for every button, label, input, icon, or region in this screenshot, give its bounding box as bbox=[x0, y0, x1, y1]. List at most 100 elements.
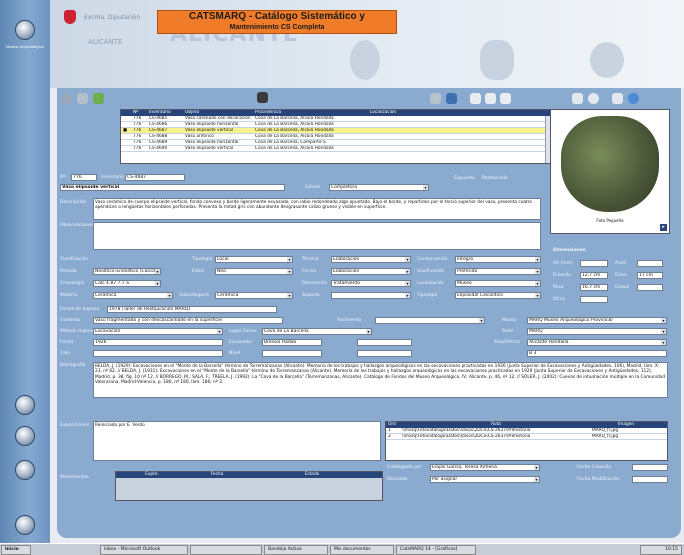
window-title: CATSMARQ - Catálogo Sistemático y Manten… bbox=[157, 10, 397, 34]
dim-label: Diám bbox=[615, 273, 627, 278]
aux-field[interactable] bbox=[357, 350, 412, 357]
undo-icon[interactable] bbox=[500, 93, 511, 104]
filter-icon[interactable] bbox=[77, 93, 88, 104]
taskbar-item[interactable]: CatsMARQ 14 - [Gráficos] bbox=[396, 545, 476, 555]
ubicacion-field[interactable]: B 3 bbox=[527, 350, 667, 357]
printer-icon[interactable] bbox=[257, 92, 268, 103]
document-icon[interactable] bbox=[470, 93, 481, 104]
otros-field[interactable] bbox=[580, 296, 608, 303]
help-icon[interactable] bbox=[628, 93, 639, 104]
dim-label: Anch bbox=[615, 261, 627, 266]
row-ord: 2 bbox=[388, 434, 391, 439]
alto-field[interactable] bbox=[580, 260, 608, 267]
row-objeto: Vaso elipsoide horizontal bbox=[185, 122, 239, 127]
dimensions-title: Dimensiones bbox=[553, 248, 586, 253]
field-label: Sala/Vitrina bbox=[494, 340, 520, 345]
gear-icon[interactable] bbox=[15, 426, 35, 446]
excavador-field[interactable]: Bressol Hadao bbox=[262, 339, 322, 346]
peso-field[interactable]: 16.7 cm bbox=[580, 284, 608, 291]
movements-table[interactable]: Expte. Fecha Estado bbox=[115, 471, 383, 501]
edit-icon[interactable] bbox=[430, 93, 441, 104]
bibliografia-textarea[interactable]: BELDA, J. (1929): Excavaciones en el "Mo… bbox=[93, 362, 668, 398]
lugar-select[interactable]: Cova de La Barcella bbox=[262, 328, 372, 335]
col-expte: Expte. bbox=[145, 472, 159, 477]
tipologia2-select[interactable]: Elipsoidal Calcolítico bbox=[455, 292, 541, 299]
settings-icon[interactable] bbox=[61, 93, 72, 104]
start-button[interactable]: Inicio bbox=[1, 545, 31, 555]
table-row[interactable]: 2 \\marq\Fotocatálogo\Datos\Vasos\2DCS\CS… bbox=[386, 434, 667, 440]
metodo-select[interactable]: Excavación bbox=[93, 328, 223, 335]
soporte-select[interactable] bbox=[331, 292, 411, 299]
app-logo-icon[interactable] bbox=[15, 20, 35, 40]
ingreso-label: Forma de Ingreso bbox=[60, 307, 100, 312]
observaciones-textarea[interactable] bbox=[93, 222, 541, 250]
fecha-field[interactable]: 1926 bbox=[93, 339, 223, 346]
search-icon[interactable] bbox=[588, 93, 599, 104]
nav-up-icon[interactable] bbox=[572, 93, 583, 104]
records-grid[interactable]: Nº Inventario Objeto Procedencia Localiz… bbox=[120, 109, 552, 164]
tipologia-select[interactable]: Local bbox=[215, 256, 293, 263]
help-icon[interactable] bbox=[15, 460, 35, 480]
taskbar-item[interactable] bbox=[190, 545, 262, 555]
conservacion-select[interactable]: Íntegro bbox=[455, 256, 541, 263]
taskbar-item[interactable]: Mis documentos bbox=[330, 545, 394, 555]
exit-icon[interactable] bbox=[15, 515, 35, 535]
estilo-select[interactable]: Neo bbox=[215, 268, 293, 275]
uso-select[interactable]: Preferido bbox=[455, 268, 541, 275]
description-textarea[interactable]: Vaso cerámico de cuerpo elipsoide vertic… bbox=[93, 198, 541, 220]
row-imagen: MARQ_fr.jpg bbox=[592, 428, 619, 433]
estado-label: Estado bbox=[305, 185, 321, 190]
table-row[interactable]: 776 CS-4690 Vaso elipsoide vertical Cova de… bbox=[121, 146, 551, 152]
materia-select[interactable]: Cerámica bbox=[93, 292, 173, 299]
decoracion-select[interactable]: Tratamiento bbox=[331, 280, 411, 287]
yacimiento-select[interactable] bbox=[375, 317, 485, 324]
coat-of-arms-icon bbox=[64, 10, 76, 24]
expuesto-checkbox[interactable]: Expuesto bbox=[454, 176, 475, 181]
sede-select[interactable]: MARQ bbox=[527, 328, 667, 335]
col-fecha: Fecha bbox=[210, 472, 224, 477]
tools-icon[interactable] bbox=[15, 395, 35, 415]
revisado-select[interactable]: Por asignar bbox=[430, 476, 540, 483]
taskbar-item[interactable]: Bandeja Activa bbox=[264, 545, 328, 555]
object-name-field[interactable]: Vaso elipsoide vertical bbox=[60, 184, 285, 191]
copy-icon[interactable] bbox=[485, 93, 496, 104]
caja-field[interactable] bbox=[93, 350, 223, 357]
field-label: Sede bbox=[502, 329, 514, 334]
museo-select[interactable]: MARQ Museo Arqueológico Provincial bbox=[527, 317, 667, 324]
images-table[interactable]: Ord Ruta Imagen 1 \\marq\Fotocatálogo\Dat… bbox=[385, 421, 668, 461]
diam2-field[interactable]: 17 cm bbox=[637, 272, 663, 279]
photo-next-button[interactable]: ▸ bbox=[660, 224, 667, 231]
estado-select[interactable]: Completo/a bbox=[329, 184, 429, 191]
new-record-icon[interactable] bbox=[93, 93, 104, 104]
ingreso-field[interactable]: 1978 (Taller de Restauración MARQ) bbox=[107, 306, 277, 313]
catalogado-select[interactable]: Elajas García, Teresa Ximena bbox=[430, 464, 540, 471]
contexto-field[interactable]: Vaso fragmentado y con descascarillado e… bbox=[93, 317, 283, 324]
cronologia-select[interactable]: Calc 4.87.7.7 a bbox=[93, 280, 161, 287]
record-form: Nº Inventario Objeto Procedencia Localiz… bbox=[57, 88, 681, 538]
nivel-field[interactable] bbox=[262, 350, 322, 357]
sala-select[interactable]: Alicante Hondalla bbox=[527, 339, 667, 346]
grosor-field[interactable] bbox=[637, 284, 663, 291]
row-procedencia: Cova de La Barcella, Comparte S bbox=[255, 140, 326, 145]
subcategoria-select[interactable]: Cerámica bbox=[215, 292, 293, 299]
refresh-icon[interactable] bbox=[612, 93, 623, 104]
aux-field[interactable] bbox=[357, 339, 412, 346]
tecnica-select[interactable]: Elaboración bbox=[331, 256, 411, 263]
forma-select[interactable]: Elaboración bbox=[331, 268, 411, 275]
fecha-creacion-field[interactable] bbox=[632, 464, 668, 471]
field-label: Yacimiento bbox=[337, 318, 362, 323]
restaurado-checkbox[interactable]: Restaurado bbox=[482, 176, 508, 181]
taskbar-item[interactable]: Inbox - Microsoft Outlook bbox=[100, 545, 188, 555]
exposiciones-textarea[interactable]: Reiniciado por E. Verdú bbox=[93, 421, 381, 461]
num-field[interactable]: 776 bbox=[71, 174, 97, 181]
diam-field[interactable]: 12.7 cm bbox=[580, 272, 608, 279]
vase-photo[interactable] bbox=[561, 116, 659, 212]
save-icon[interactable] bbox=[446, 93, 457, 104]
periodo-select[interactable]: Neolítico-Eneolítico (Calcolítico) bbox=[93, 268, 161, 275]
inv-field[interactable]: CS-4687 bbox=[125, 174, 185, 181]
row-procedencia: Cova de La Barcella, Alcoià Hondalla bbox=[255, 146, 334, 151]
fecha-modif-field[interactable] bbox=[632, 476, 668, 483]
row-inventario: CS-4689 bbox=[149, 140, 168, 145]
ancho-field[interactable] bbox=[637, 260, 663, 267]
localizacion-select[interactable]: Museo bbox=[455, 280, 541, 287]
